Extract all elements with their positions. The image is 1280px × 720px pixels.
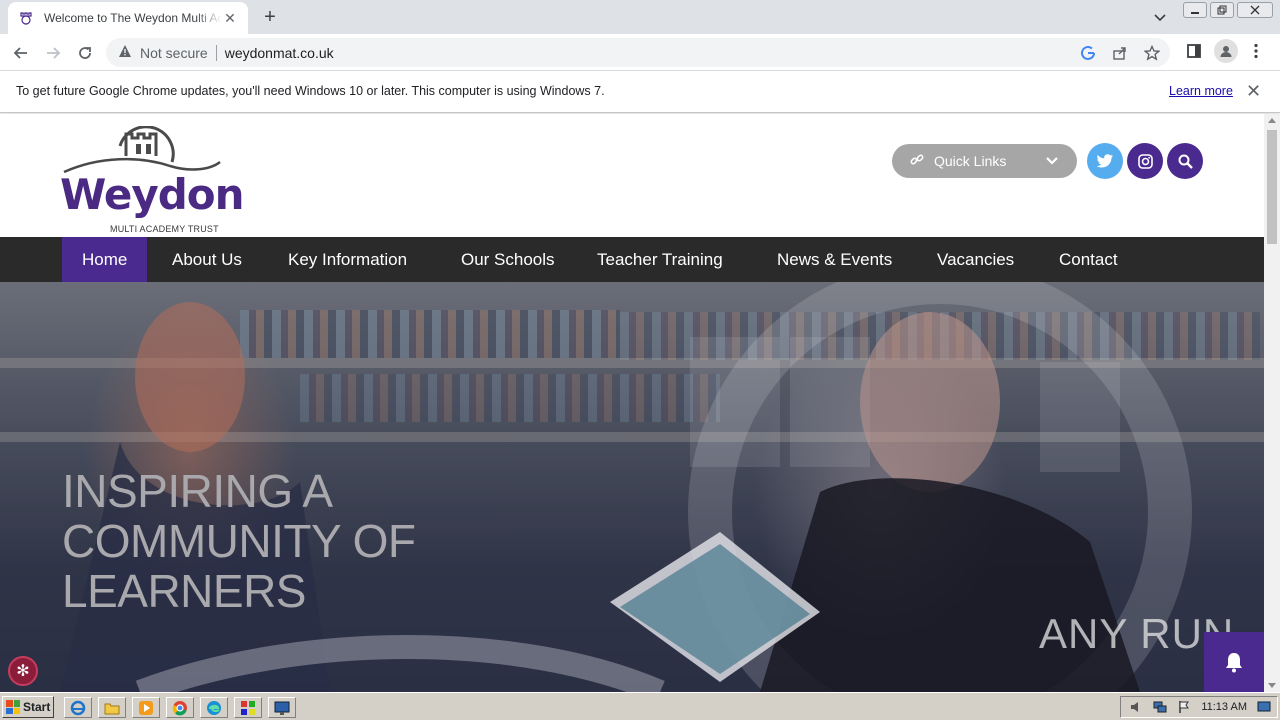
instagram-icon — [1137, 153, 1153, 169]
reload-icon — [79, 47, 91, 59]
bell-icon — [1226, 653, 1242, 673]
scroll-down-arrow-icon[interactable] — [1268, 683, 1276, 688]
search-icon — [1178, 154, 1193, 169]
chevron-down-icon — [1045, 154, 1059, 171]
start-label: Start — [23, 700, 51, 714]
google-translate-icon[interactable] — [1078, 43, 1098, 63]
link-icon — [910, 153, 924, 170]
media-player-icon[interactable] — [132, 697, 160, 718]
forward-arrow-icon — [47, 47, 61, 59]
browser-toolbar: Not secure weydonmat.co.uk — [0, 34, 1280, 71]
nav-about-us[interactable]: About Us — [152, 237, 262, 282]
windows-taskbar: Start 11:13 AM — [0, 692, 1280, 720]
bookmark-star-icon[interactable] — [1142, 43, 1162, 63]
network-icon[interactable] — [1153, 700, 1167, 717]
volume-icon[interactable] — [1129, 700, 1143, 717]
twitter-icon — [1097, 154, 1113, 168]
infobar-message: To get future Google Chrome updates, you… — [16, 84, 605, 98]
scroll-up-arrow-icon[interactable] — [1268, 118, 1276, 123]
twitter-button[interactable] — [1087, 143, 1123, 179]
file-explorer-icon[interactable] — [98, 697, 126, 718]
hero-banner: INSPIRING A COMMUNITY OF LEARNERS ANY RU… — [0, 282, 1264, 692]
browser-menu-icon[interactable] — [1244, 39, 1268, 63]
chrome-icon[interactable] — [166, 697, 194, 718]
nav-teacher-training[interactable]: Teacher Training — [577, 237, 743, 282]
show-desktop-icon[interactable] — [1257, 700, 1271, 717]
restore-button[interactable] — [1210, 2, 1234, 18]
nav-our-schools[interactable]: Our Schools — [441, 237, 575, 282]
start-button[interactable]: Start — [2, 696, 54, 718]
nav-vacancies[interactable]: Vacancies — [917, 237, 1034, 282]
minimize-button[interactable] — [1183, 2, 1207, 18]
action-center-flag-icon[interactable] — [1177, 700, 1191, 717]
warning-triangle-icon[interactable] — [118, 44, 132, 61]
tab-close-icon[interactable]: ✕ — [222, 10, 238, 27]
infobar-close-icon[interactable]: ✕ — [1246, 81, 1261, 102]
page-scrollbar[interactable] — [1264, 114, 1280, 692]
notifications-button[interactable] — [1204, 632, 1264, 692]
share-icon[interactable] — [1110, 43, 1130, 63]
url-text[interactable]: weydonmat.co.uk — [225, 45, 334, 61]
security-label[interactable]: Not secure — [140, 45, 208, 61]
window-controls — [1180, 2, 1273, 18]
cookie-settings-icon[interactable]: ✻ — [8, 656, 38, 686]
nav-home[interactable]: Home — [62, 237, 148, 282]
omnibox-separator — [215, 44, 217, 61]
system-tray: 11:13 AM — [1120, 696, 1278, 718]
tab-title: Welcome to The Weydon Multi Academy Trus… — [44, 11, 222, 25]
learn-more-link[interactable]: Learn more — [1169, 84, 1233, 98]
quick-links-label: Quick Links — [934, 153, 1007, 169]
main-navigation: Home About Us Key Information Our School… — [0, 237, 1264, 282]
quick-links-dropdown[interactable]: Quick Links — [892, 144, 1077, 178]
scrollbar-thumb[interactable] — [1267, 130, 1277, 244]
reload-button[interactable] — [72, 40, 98, 66]
tab-strip: Welcome to The Weydon Multi Academy Trus… — [0, 0, 1280, 34]
clock[interactable]: 11:13 AM — [1201, 701, 1247, 713]
hero-headline: INSPIRING A COMMUNITY OF LEARNERS — [62, 465, 416, 617]
back-button[interactable] — [8, 40, 34, 66]
window-close-button[interactable] — [1237, 2, 1273, 18]
nav-news-events[interactable]: News & Events — [757, 237, 912, 282]
instagram-button[interactable] — [1127, 143, 1163, 179]
profile-avatar-icon[interactable] — [1214, 39, 1238, 63]
logo-subtitle: MULTI ACADEMY TRUST — [110, 224, 219, 234]
back-arrow-icon — [13, 47, 27, 59]
internet-explorer-icon[interactable] — [64, 697, 92, 718]
browser-tab[interactable]: Welcome to The Weydon Multi Academy Trus… — [8, 2, 248, 34]
search-button[interactable] — [1167, 143, 1203, 179]
new-tab-button[interactable]: + — [258, 6, 282, 30]
nav-key-information[interactable]: Key Information — [268, 237, 427, 282]
edge-icon[interactable] — [200, 697, 228, 718]
site-favicon-icon — [18, 10, 34, 26]
side-panel-icon[interactable] — [1182, 39, 1206, 63]
app-grid-icon[interactable] — [234, 697, 262, 718]
monitor-app-icon[interactable] — [268, 697, 296, 718]
web-page: Weydon MULTI ACADEMY TRUST Quick Links H… — [0, 114, 1264, 692]
forward-button[interactable] — [40, 40, 66, 66]
logo-wordmark: Weydon — [60, 170, 245, 219]
update-infobar: To get future Google Chrome updates, you… — [0, 71, 1280, 113]
weydon-logo[interactable]: Weydon MULTI ACADEMY TRUST — [60, 126, 245, 234]
nav-contact[interactable]: Contact — [1039, 237, 1138, 282]
tab-search-chevron-icon[interactable] — [1150, 7, 1170, 27]
windows-flag-icon — [6, 700, 20, 714]
address-bar[interactable]: Not secure weydonmat.co.uk — [106, 38, 1170, 67]
site-header: Weydon MULTI ACADEMY TRUST Quick Links — [0, 114, 1264, 237]
